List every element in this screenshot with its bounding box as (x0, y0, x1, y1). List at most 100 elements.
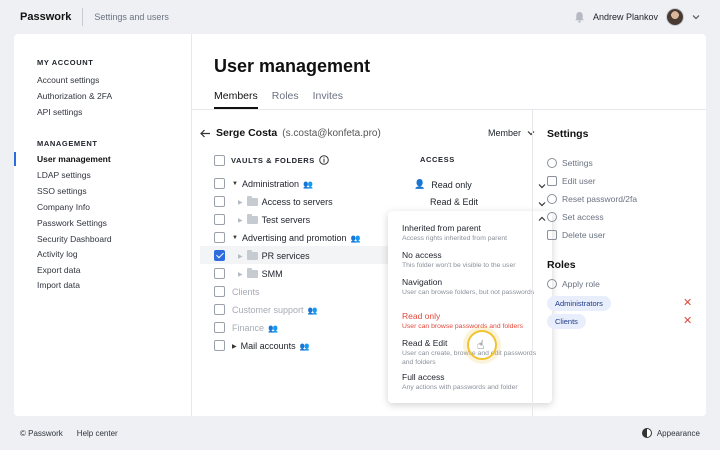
tree-row-access-to-servers[interactable]: ▶ Access to servers (238, 196, 333, 207)
caret-right-icon[interactable]: ▶ (238, 253, 243, 260)
sidebar-item-company-info[interactable]: Company Info (37, 202, 90, 212)
sidebar-item-import-data[interactable]: Import data (37, 280, 80, 290)
option-desc: User can browse passwords and folders (402, 323, 523, 330)
row-label: Customer support (232, 305, 304, 315)
caret-down-icon[interactable]: ▼ (232, 235, 238, 241)
row-checkbox[interactable] (214, 196, 225, 207)
tab-invites[interactable]: Invites (313, 90, 343, 109)
row-label: Mail accounts (240, 341, 296, 351)
row-checkbox[interactable] (214, 178, 225, 189)
plus-icon (547, 279, 557, 289)
row-checkbox[interactable] (214, 268, 225, 279)
appearance-toggle[interactable]: Appearance (641, 428, 700, 438)
sidebar-section-my-account: MY ACCOUNT (37, 58, 94, 67)
role-badge-clients[interactable]: Clients (547, 314, 586, 329)
settings-action-set-access[interactable]: Set access (547, 212, 604, 222)
sidebar: MY ACCOUNT Account settings Authorizatio… (14, 34, 192, 416)
tree-row-mail-accounts[interactable]: ▶ Mail accounts 👥 (232, 341, 310, 351)
settings-title: Settings (547, 128, 589, 140)
sidebar-item-activity-log[interactable]: Activity log (37, 249, 78, 259)
access-option-inherited[interactable]: Inherited from parent Access rights inhe… (402, 223, 542, 243)
header-divider (82, 8, 84, 26)
avatar[interactable] (666, 8, 684, 26)
folder-icon (246, 196, 258, 206)
row-checkbox[interactable] (214, 250, 225, 261)
sidebar-item-user-management[interactable]: User management (37, 154, 111, 164)
sidebar-item-api-settings[interactable]: API settings (37, 107, 82, 117)
tree-row-finance[interactable]: Finance 👥 (232, 323, 278, 333)
caret-right-icon[interactable]: ▶ (238, 199, 243, 206)
caret-down-icon[interactable]: ▼ (232, 181, 238, 187)
vaults-column-header: VAULTS & FOLDERS (231, 155, 329, 165)
appearance-label: Appearance (656, 428, 700, 438)
vaults-column-label: VAULTS & FOLDERS (231, 155, 315, 165)
tab-roles[interactable]: Roles (272, 90, 299, 109)
settings-action-edit-user[interactable]: Edit user (547, 176, 596, 186)
sidebar-item-account-settings[interactable]: Account settings (37, 75, 99, 85)
remove-role-icon[interactable]: ✕ (683, 314, 692, 327)
row-label: PR services (261, 251, 310, 261)
tree-row-customer-support[interactable]: Customer support 👥 (232, 305, 318, 315)
row-label: SMM (261, 269, 283, 279)
caret-right-icon[interactable]: ▶ (238, 271, 243, 278)
user-role-select[interactable]: Member (488, 128, 535, 138)
breadcrumb[interactable]: Settings and users (94, 12, 169, 22)
access-select-administration[interactable]: 👤 Read only (414, 179, 472, 190)
chevron-down-icon[interactable] (692, 13, 700, 21)
tree-row-test-servers[interactable]: ▶ Test servers (238, 214, 310, 225)
access-option-navigation[interactable]: Navigation User can browse folders, but … (402, 277, 542, 297)
help-center-link[interactable]: Help center (77, 429, 118, 438)
settings-action-settings[interactable]: Settings (547, 158, 593, 168)
access-select-access-to-servers[interactable]: Read & Edit (430, 197, 478, 207)
page-title: User management (214, 56, 371, 76)
access-option-no-access[interactable]: No access This folder won't be visible t… (402, 250, 542, 270)
access-option-full-access[interactable]: Full access Any actions with passwords a… (402, 372, 542, 392)
tree-row-administration[interactable]: ▼ Administration 👥 (232, 179, 313, 189)
role-badge-administrators[interactable]: Administrators (547, 296, 611, 311)
tree-row-pr-services[interactable]: ▶ PR services (238, 250, 310, 261)
row-checkbox[interactable] (214, 340, 225, 351)
remove-role-icon[interactable]: ✕ (683, 296, 692, 309)
user-name[interactable]: Andrew Plankov (593, 12, 658, 22)
action-label: Set access (562, 212, 604, 222)
sidebar-item-export-data[interactable]: Export data (37, 265, 80, 275)
row-checkbox[interactable] (214, 232, 225, 243)
settings-action-reset-password[interactable]: Reset password/2fa (547, 194, 637, 204)
info-icon[interactable] (319, 155, 329, 165)
option-title: Navigation (402, 277, 443, 287)
sidebar-item-ldap-settings[interactable]: LDAP settings (37, 170, 91, 180)
sidebar-item-security-dashboard[interactable]: Security Dashboard (37, 234, 112, 244)
bell-icon[interactable] (574, 11, 585, 23)
tree-row-smm[interactable]: ▶ SMM (238, 268, 283, 279)
tree-row-clients[interactable]: Clients (232, 287, 260, 297)
folder-icon (246, 250, 258, 260)
hand-cursor-icon: ☝ (477, 338, 485, 352)
sidebar-item-passwork-settings[interactable]: Passwork Settings (37, 218, 107, 228)
folder-icon (246, 214, 258, 224)
app-logo[interactable]: Passwork (20, 11, 71, 23)
caret-right-icon[interactable]: ▶ (232, 343, 237, 350)
selected-user-header: Serge Costa (s.costa@konfeta.pro) (200, 127, 381, 139)
action-label: Edit user (562, 176, 596, 186)
sidebar-item-authorization[interactable]: Authorization & 2FA (37, 91, 112, 101)
option-title: No access (402, 250, 442, 260)
tree-row-advertising[interactable]: ▼ Advertising and promotion 👥 (232, 233, 360, 243)
access-value: Read only (431, 179, 472, 190)
select-all-checkbox[interactable] (214, 155, 225, 166)
row-checkbox[interactable] (214, 214, 225, 225)
option-title: Inherited from parent (402, 223, 481, 233)
arrow-left-icon[interactable] (200, 129, 211, 138)
group-icon: 👥 (299, 341, 310, 351)
sidebar-item-sso-settings[interactable]: SSO settings (37, 186, 87, 196)
tab-members[interactable]: Members (214, 90, 258, 109)
row-checkbox[interactable] (214, 286, 225, 297)
access-option-read-only[interactable]: Read only User can browse passwords and … (402, 311, 542, 331)
row-checkbox[interactable] (214, 304, 225, 315)
settings-action-delete-user[interactable]: Delete user (547, 230, 605, 240)
access-column-header: ACCESS (420, 155, 455, 164)
group-icon: 👥 (350, 233, 361, 243)
caret-right-icon[interactable]: ▶ (238, 217, 243, 224)
top-bar: Passwork Settings and users Andrew Plank… (0, 0, 720, 34)
row-checkbox[interactable] (214, 322, 225, 333)
apply-role-button[interactable]: Apply role (547, 279, 600, 289)
